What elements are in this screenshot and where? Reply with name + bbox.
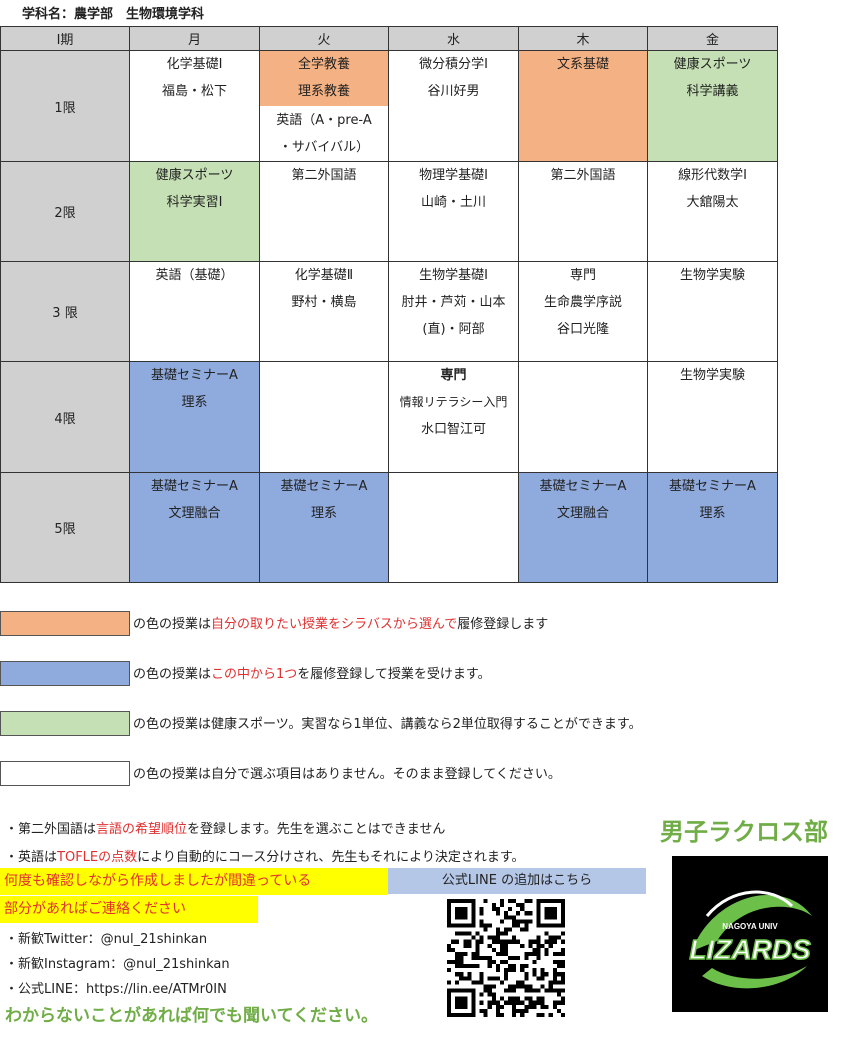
cell-p4-wed: 専門 情報リテラシー入門 水口智江可 <box>388 361 519 473</box>
period-3: 3 限 <box>0 261 130 362</box>
legend-swatch-blue <box>0 661 130 686</box>
cell-p5-mon: 基礎セミナーA 文理融合 <box>129 472 260 583</box>
legend-text-blue: の色の授業はこの中から1つを履修登録して授業を受けます。 <box>133 667 491 682</box>
note-english: ・英語はTOFLEの点数により自動的にコース分けされ、先生もそれにより決定されま… <box>5 850 525 865</box>
legend-swatch-white <box>0 761 130 786</box>
day-mon: 月 <box>129 26 260 51</box>
cell-p1-wed: 微分積分学Ⅰ 谷川好男 <box>388 50 519 162</box>
warning-line-1: 何度も確認しながら作成しましたが間違っている <box>0 868 388 895</box>
day-wed: 水 <box>388 26 519 51</box>
cell-p1-thu: 文系基礎 <box>518 50 648 162</box>
cell-p5-wed <box>388 472 519 583</box>
cell-p3-fri: 生物学実験 <box>647 261 778 362</box>
legend-swatch-orange <box>0 611 130 636</box>
period-1: 1限 <box>0 50 130 162</box>
cell-p5-fri: 基礎セミナーA 理系 <box>647 472 778 583</box>
timetable: Ⅰ期 月 火 水 木 金 1限 化学基礎Ⅰ 福島・松下 全学教養 理系教養 英語（A… <box>0 26 778 583</box>
ask-message: わからないことがあれば何でも聞いてください。 <box>5 1006 378 1026</box>
lizards-logo: NAGOYA UNIV LIZARDS <box>672 856 828 1012</box>
cell-p5-tue: 基礎セミナーA 理系 <box>259 472 389 583</box>
cell-p2-fri: 線形代数学Ⅰ 大舘陽太 <box>647 161 778 262</box>
line-add-banner: 公式LINE の追加はこちら <box>388 868 646 894</box>
note-second-language: ・第二外国語は言語の希望順位を登録します。先生を選ぶことはできません <box>5 822 446 837</box>
legend-swatch-green <box>0 711 130 736</box>
legend-text-green: の色の授業は健康スポーツ。実習なら1単位、講義なら2単位取得することができます。 <box>133 717 642 732</box>
day-fri: 金 <box>647 26 778 51</box>
cell-p3-thu: 専門 生命農学序説 谷口光隆 <box>518 261 648 362</box>
period-5: 5限 <box>0 472 130 583</box>
logo-wordmark: LIZARDS <box>689 934 811 965</box>
cell-p4-fri: 生物学実験 <box>647 361 778 473</box>
cell-p2-tue: 第二外国語 <box>259 161 389 262</box>
day-tue: 火 <box>259 26 389 51</box>
club-name: 男子ラクロス部 <box>660 818 828 846</box>
cell-p2-thu: 第二外国語 <box>518 161 648 262</box>
cell-p5-thu: 基礎セミナーA 文理融合 <box>518 472 648 583</box>
logo-subtitle: NAGOYA UNIV <box>722 922 778 931</box>
warning-line-2: 部分があればご連絡ください <box>0 896 258 923</box>
cell-p1-mon: 化学基礎Ⅰ 福島・松下 <box>129 50 260 162</box>
legend-text-white: の色の授業は自分で選ぶ項目はありません。そのまま登録してください。 <box>133 767 561 782</box>
line-link[interactable]: ・公式LINE：https://lin.ee/ATMr0IN <box>5 978 227 997</box>
cell-p4-thu <box>518 361 648 473</box>
cell-p3-tue: 化学基礎Ⅱ 野村・横島 <box>259 261 389 362</box>
cell-p2-mon: 健康スポーツ 科学実習Ⅰ <box>129 161 260 262</box>
cell-p3-mon: 英語（基礎） <box>129 261 260 362</box>
cell-p1-fri: 健康スポーツ 科学講義 <box>647 50 778 162</box>
cell-p1-tue: 全学教養 理系教養 英語（A・pre-A ・サバイバル） <box>259 50 389 162</box>
line-qr-code[interactable] <box>447 899 565 1017</box>
department-title: 学科名：農学部 生物環境学科 <box>22 7 205 22</box>
cell-p4-tue <box>259 361 389 473</box>
legend-text-orange: の色の授業は自分の取りたい授業をシラバスから選んで履修登録します <box>133 617 549 632</box>
period-2: 2限 <box>0 161 130 262</box>
day-thu: 木 <box>518 26 648 51</box>
term-header: Ⅰ期 <box>0 26 130 51</box>
cell-p2-wed: 物理学基礎Ⅰ 山崎・土川 <box>388 161 519 262</box>
cell-p4-mon: 基礎セミナーA 理系 <box>129 361 260 473</box>
instagram-link[interactable]: ・新歓Instagram：@nul_21shinkan <box>5 953 230 972</box>
period-4: 4限 <box>0 361 130 473</box>
cell-p3-wed: 生物学基礎Ⅰ 肘井・芦苅・山本 (直)・阿部 <box>388 261 519 362</box>
twitter-link[interactable]: ・新歓Twitter：@nul_21shinkan <box>5 928 207 947</box>
